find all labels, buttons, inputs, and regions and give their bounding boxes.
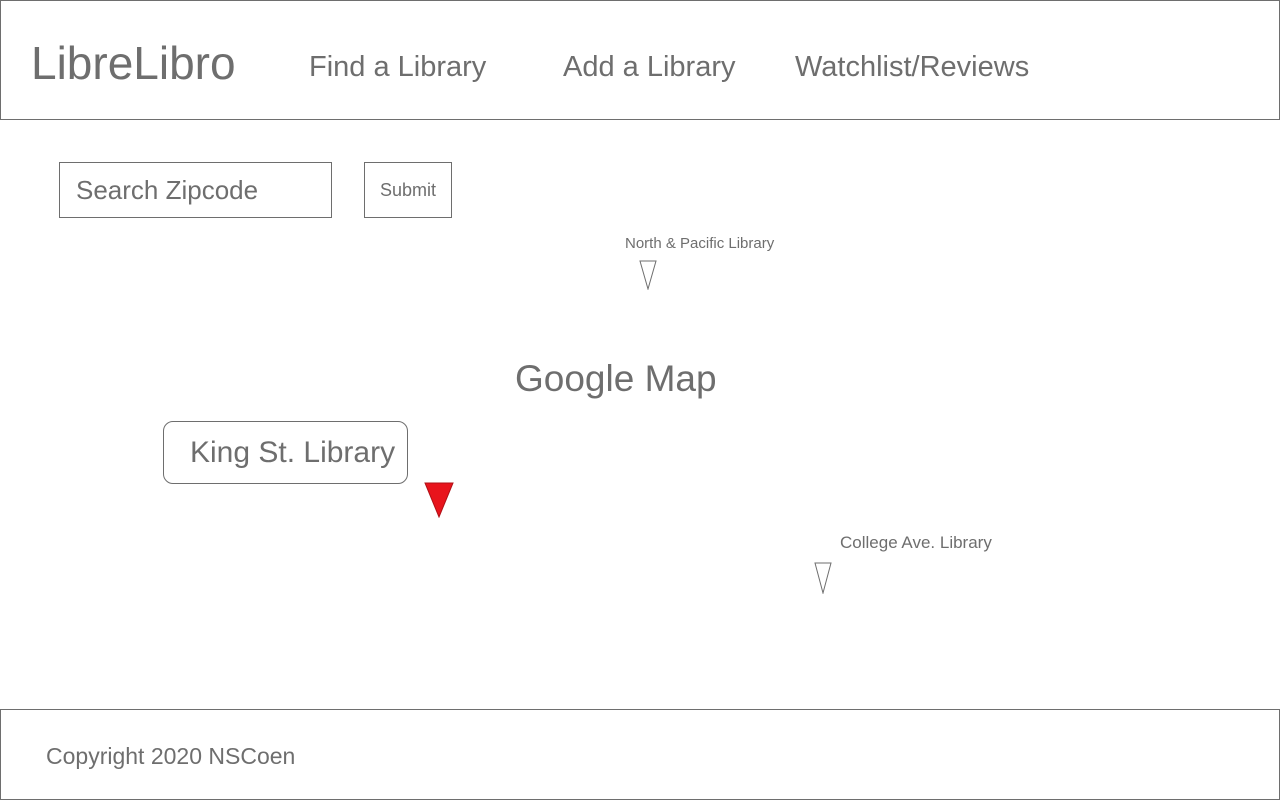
site-header: LibreLibro Find a Library Add a Library … — [0, 0, 1280, 120]
map-marker-college-ave[interactable] — [814, 562, 832, 594]
map-pin-icon — [639, 260, 657, 290]
site-logo[interactable]: LibreLibro — [31, 37, 236, 89]
google-map[interactable]: North & Pacific Library Google Map King … — [0, 120, 1280, 708]
map-placeholder-label: Google Map — [515, 358, 717, 399]
marker-popup[interactable]: King St. Library — [163, 421, 408, 484]
map-pin-icon — [814, 562, 832, 594]
nav-watchlist-reviews[interactable]: Watchlist/Reviews — [795, 50, 1029, 84]
map-marker-north-pacific[interactable] — [639, 260, 657, 290]
copyright-text: Copyright 2020 NSCoen — [46, 743, 296, 769]
popup-title: King St. Library — [190, 436, 396, 469]
marker-label-north-pacific: North & Pacific Library — [625, 235, 775, 252]
nav-find-a-library[interactable]: Find a Library — [309, 50, 486, 84]
map-marker-king-st[interactable] — [424, 482, 454, 518]
marker-label-college-ave: College Ave. Library — [840, 533, 992, 552]
nav-add-a-library[interactable]: Add a Library — [563, 50, 736, 84]
page: LibreLibro Find a Library Add a Library … — [0, 0, 1280, 800]
map-pin-selected-icon — [424, 482, 454, 518]
site-footer: Copyright 2020 NSCoen — [0, 709, 1280, 800]
